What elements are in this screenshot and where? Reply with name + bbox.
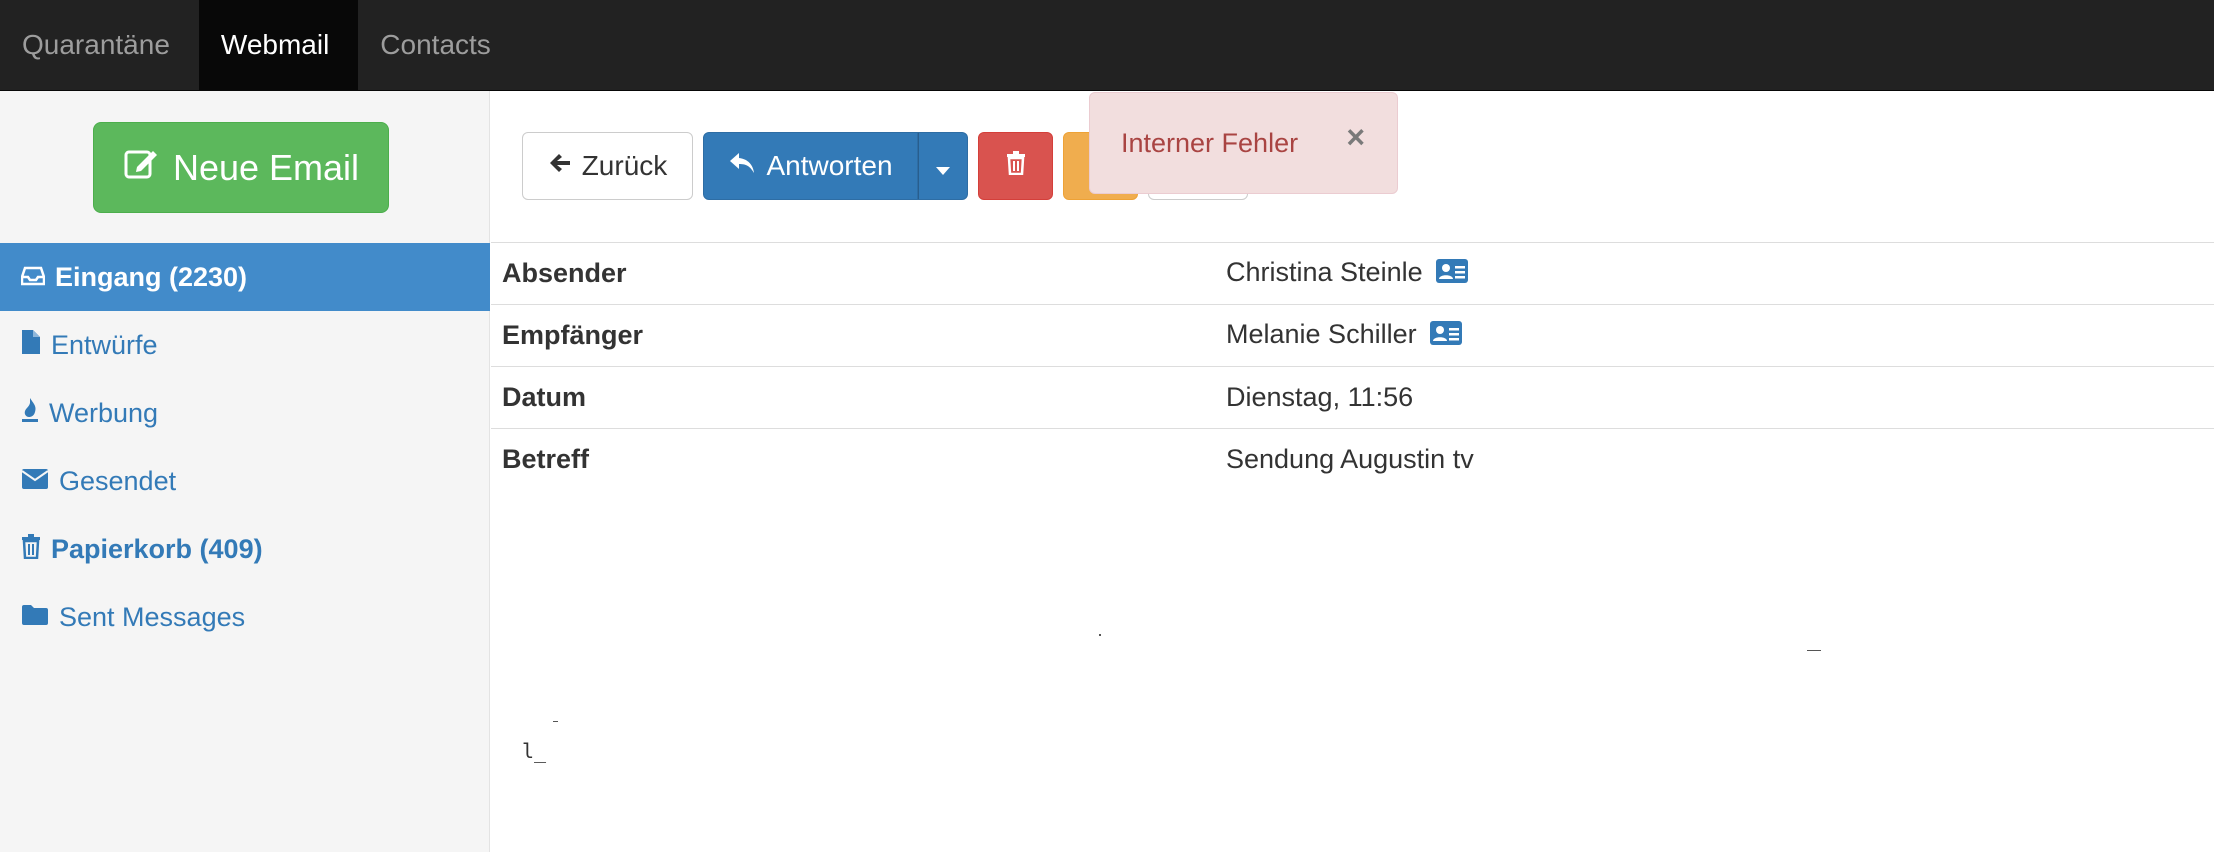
back-button-label: Zurück [581,150,668,181]
nav-tab-contacts[interactable]: Contacts [358,0,520,90]
body-artifact [1807,650,1821,651]
top-navbar: Quarantäne Webmail Contacts [0,0,2214,91]
trash-icon [21,533,41,566]
compose-button-label: Neue Email [172,146,360,188]
body-artifact [553,721,558,722]
folder-item-spam[interactable]: Werbung [0,379,490,447]
error-alert-message: Interner Fehler [1121,127,1299,158]
nav-tab-quarantaene[interactable]: Quarantäne [0,0,199,90]
message-headers-table: Absender Christina Steinle Empfänger Mel… [491,242,2214,491]
fire-icon [21,397,39,430]
header-label: Datum [491,366,1215,429]
header-value: Christina Steinle [1215,242,2214,305]
delete-button[interactable] [978,132,1053,200]
sidebar: Neue Email Eingang (2230) Entwürfe Werbu… [0,91,490,852]
table-row: Datum Dienstag, 11:56 [491,366,2214,429]
header-label: Betreff [491,428,1215,491]
caret-down-icon [936,150,950,182]
folder-label: Werbung [49,397,159,428]
recipient-name: Melanie Schiller [1226,319,1417,350]
close-icon[interactable]: × [1346,121,1365,153]
header-value: Dienstag, 11:56 [1215,366,2214,429]
table-row: Absender Christina Steinle [491,242,2214,305]
back-button[interactable]: Zurück [522,132,693,200]
trash-icon [1006,150,1026,182]
folder-item-trash[interactable]: Papierkorb (409) [0,515,490,583]
reply-button-label: Antworten [766,150,893,181]
arrow-left-icon [548,150,572,182]
table-row: Empfänger Melanie Schiller [491,304,2214,367]
folder-item-sent[interactable]: Gesendet [0,447,490,515]
folder-item-sent-messages[interactable]: Sent Messages [0,583,490,651]
folder-icon [21,602,49,633]
inbox-icon [20,262,46,293]
folder-label: Gesendet [59,465,177,496]
folder-label: Entwürfe [51,329,158,360]
folder-label: Eingang (2230) [55,261,248,292]
folder-list: Eingang (2230) Entwürfe Werbung Gesendet… [0,243,490,651]
body-text-fragment: l_ [522,739,547,763]
header-label: Absender [491,242,1215,305]
folder-label: Sent Messages [59,601,246,632]
envelope-icon [21,466,49,497]
contact-card-icon[interactable] [1436,258,1469,290]
reply-options-dropdown[interactable] [918,132,968,200]
reply-button[interactable]: Antworten [703,132,918,200]
contact-card-icon[interactable] [1430,320,1463,352]
message-view: Zurück Antworten Interner Fehler × Absen… [491,91,2214,852]
nav-tab-webmail[interactable]: Webmail [198,0,359,90]
folder-item-inbox[interactable]: Eingang (2230) [0,243,490,311]
compose-button[interactable]: Neue Email [93,122,389,213]
sender-name: Christina Steinle [1226,257,1423,288]
folder-label: Papierkorb (409) [51,533,263,564]
reply-icon [728,150,756,182]
message-body: l_ [522,511,2172,811]
header-value: Melanie Schiller [1215,304,2214,367]
file-icon [21,329,41,362]
header-label: Empfänger [491,304,1215,367]
table-row: Betreff Sendung Augustin tv [491,428,2214,491]
body-artifact [1099,634,1101,636]
folder-item-drafts[interactable]: Entwürfe [0,311,490,379]
header-value: Sendung Augustin tv [1215,428,2214,491]
reply-button-group: Antworten [703,132,968,200]
edit-icon [123,145,159,190]
error-alert: Interner Fehler × [1089,92,1398,194]
